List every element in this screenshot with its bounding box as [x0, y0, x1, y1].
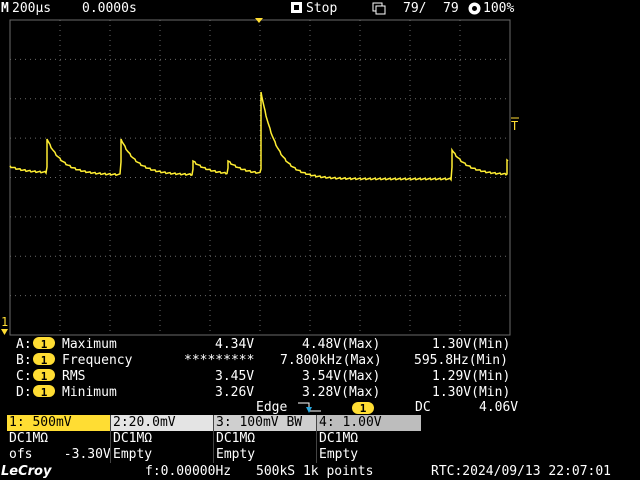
measurement-row[interactable]: A: 1 Maximum 4.34V 4.48V(Max) 1.30V(Min)	[0, 337, 640, 353]
trigger-level-label: T	[511, 119, 518, 133]
measurement-row[interactable]: B: 1 Frequency ********* 7.800kHz(Max) 5…	[0, 353, 640, 369]
measurement-max: 7.800kHz(Max)	[280, 353, 382, 368]
trigger-level-marker[interactable]: T	[511, 117, 519, 133]
measurement-value: 4.34V	[215, 337, 255, 352]
measurement-value: 3.45V	[215, 369, 255, 384]
measurement-name: Frequency	[62, 353, 133, 368]
delay-value[interactable]: 0.0000s	[82, 0, 137, 17]
frame-index[interactable]: 79/	[403, 0, 426, 17]
real-time-clock: RTC:2024/09/13 22:07:01	[431, 464, 612, 479]
measurement-slot: C:	[16, 369, 32, 384]
trigger-type: Edge	[256, 400, 288, 415]
channel-badge: 1	[33, 369, 55, 383]
measurement-slot: B:	[16, 353, 32, 368]
waveform-display[interactable]: T 1	[0, 17, 640, 337]
channel-1-offset: ofs -3.30V	[9, 447, 111, 462]
channel-2-coupling: DC1MΩ	[113, 431, 153, 446]
channel-2-status: Empty	[113, 447, 153, 462]
channel-2-header: 2:20.0mV	[111, 415, 214, 431]
run-state[interactable]: Stop	[306, 0, 337, 17]
ch1-ground-marker[interactable]: 1	[1, 315, 8, 335]
frame-total: 79	[443, 1, 459, 16]
measurement-name: Maximum	[62, 337, 117, 352]
channel-1-coupling: DC1MΩ	[9, 431, 49, 446]
channel-1-header: 1: 500mV	[7, 415, 110, 431]
channel-3-status: Empty	[216, 447, 256, 462]
trigger-coupling: DC	[415, 400, 431, 415]
trigger-level: 4.06V	[479, 400, 519, 415]
ch1-ground-label: 1	[1, 315, 8, 329]
measurement-name: Minimum	[62, 385, 117, 400]
trigger-status[interactable]: Edge 1 DC 4.06V	[0, 400, 640, 416]
measurement-max: 3.54V(Max)	[302, 369, 381, 384]
measurement-min: 1.30V(Min)	[432, 385, 511, 400]
graticule	[9, 19, 511, 336]
ch1-trace	[9, 91, 509, 182]
channel-4-coupling: DC1MΩ	[319, 431, 359, 446]
rising-edge-icon	[298, 402, 321, 413]
channel-4-header: 4: 1.00V	[317, 415, 421, 431]
measurement-min: 1.29V(Min)	[432, 369, 511, 384]
measurement-row[interactable]: D: 1 Minimum 3.26V 3.28V(Max) 1.30V(Min)	[0, 385, 640, 401]
channel-4-status: Empty	[319, 447, 359, 462]
measurement-min: 595.8Hz(Min)	[414, 353, 508, 368]
channel-badge: 1	[33, 337, 55, 351]
channel-1-box[interactable]: 1: 500mV DC1MΩ ofs -3.30V	[7, 415, 111, 463]
channel-2-box[interactable]: 2:20.0mV DC1MΩ Empty	[110, 415, 214, 463]
channel-panel: 1: 500mV DC1MΩ ofs -3.30V 2:20.0mV DC1MΩ…	[0, 415, 640, 463]
timebase-value[interactable]: 200µs	[12, 0, 51, 17]
timebase-icon: M	[1, 1, 9, 16]
stop-icon	[291, 2, 302, 13]
channel-4-box[interactable]: 4: 1.00V DC1MΩ Empty	[316, 415, 421, 463]
measurement-row[interactable]: C: 1 RMS 3.45V 3.54V(Max) 1.29V(Min)	[0, 369, 640, 385]
channel-3-coupling: DC1MΩ	[216, 431, 256, 446]
brand-logo: LeCroy	[1, 464, 52, 479]
measurement-max: 4.48V(Max)	[302, 337, 381, 352]
measurement-value: *********	[184, 353, 255, 368]
top-status-bar: M 200µs 0.0000s Stop 79/ 79 100%	[0, 0, 640, 17]
measurement-value: 3.26V	[215, 385, 255, 400]
measurement-max: 3.28V(Max)	[302, 385, 381, 400]
channel-3-box[interactable]: 3: 100mV BW DC1MΩ Empty	[213, 415, 317, 463]
bottom-status-bar: LeCroy f:0.00000Hz 500kS 1k points RTC:2…	[0, 463, 640, 480]
acquisition-info: 500kS 1k points	[256, 464, 374, 479]
measurement-slot: A:	[16, 337, 32, 352]
battery-level: 100%	[483, 1, 515, 16]
measurement-min: 1.30V(Min)	[432, 337, 511, 352]
measurement-name: RMS	[62, 369, 86, 384]
trigger-source-badge: 1	[352, 402, 374, 415]
measurement-panel: A: 1 Maximum 4.34V 4.48V(Max) 1.30V(Min)…	[0, 337, 640, 401]
channel-badge: 1	[33, 353, 55, 367]
channel-badge: 1	[33, 385, 55, 399]
channel-3-header: 3: 100mV BW	[214, 415, 317, 431]
history-frames-icon	[372, 2, 386, 15]
gear-icon	[468, 2, 481, 15]
frequency-counter: f:0.00000Hz	[145, 464, 232, 479]
measurement-slot: D:	[16, 385, 32, 400]
